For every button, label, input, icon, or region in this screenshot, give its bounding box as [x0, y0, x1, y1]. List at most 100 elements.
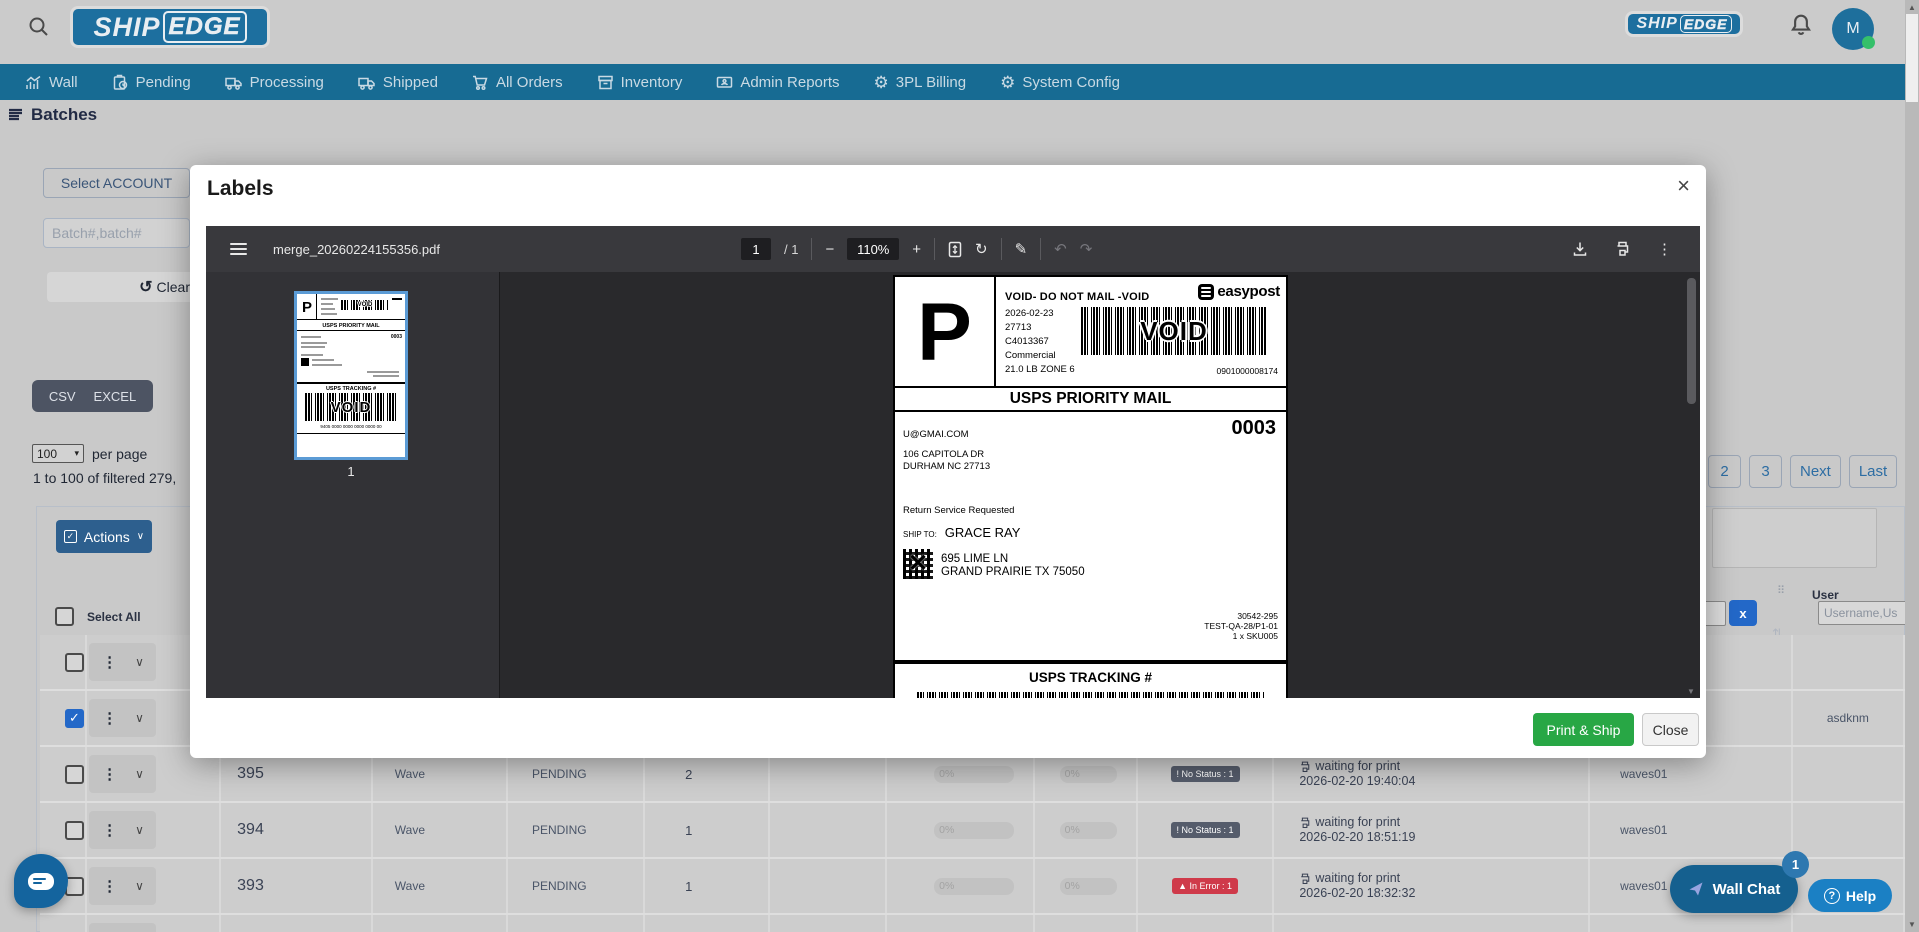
nav-item-processing[interactable]: Processing [225, 74, 324, 91]
nav-item-3pl-billing[interactable]: ⚙ 3PL Billing [874, 74, 967, 91]
barcode-number: 0901000008174 [1217, 366, 1278, 376]
page-thumbnail[interactable]: P VOID USPS PRIORITY MAIL 0003 [294, 291, 408, 460]
search-icon[interactable] [28, 16, 50, 43]
zoom-in-button[interactable]: + [912, 241, 921, 258]
help-button[interactable]: ? Help [1808, 879, 1892, 912]
zoom-out-button[interactable]: − [825, 241, 834, 258]
chevron-down-icon[interactable]: ∨ [135, 655, 144, 669]
pagination: 2 3 Next Last [1708, 455, 1897, 488]
nav-item-system-config[interactable]: ⚙ System Config [1000, 74, 1120, 91]
actions-button[interactable]: ✓ Actions ∨ [56, 520, 152, 553]
nav-item-admin-reports[interactable]: Admin Reports [716, 74, 839, 91]
top-bar: SHIP EDGE SHIP EDGE M [0, 0, 1919, 64]
logo-ship-text: SHIP [93, 12, 160, 43]
mini-barcode: VOID [341, 300, 389, 310]
modal-close-button[interactable]: Close [1642, 713, 1699, 746]
progress-bar: 0% [1060, 822, 1117, 839]
sidebar-toggle-icon[interactable] [230, 243, 247, 255]
nav-item-pending[interactable]: Pending [112, 74, 191, 91]
undo-button[interactable]: ↶ [1054, 240, 1067, 258]
page-title-batches: Batches [8, 105, 97, 125]
kebab-menu-icon[interactable]: ⋮ [102, 821, 117, 839]
print-and-ship-button[interactable]: Print & Ship [1533, 713, 1634, 746]
zoom-level-input[interactable]: 110% [847, 238, 899, 260]
scrollbar-thumb[interactable] [1906, 14, 1918, 102]
row-actions: ⋮∨ [89, 811, 156, 849]
usps-priority-banner: USPS PRIORITY MAIL [895, 388, 1286, 412]
redo-button[interactable]: ↷ [1080, 240, 1093, 258]
logo-edge-text: EDGE [163, 11, 247, 43]
print-button[interactable] [1614, 241, 1631, 257]
clear-button[interactable]: ↺ Clear [47, 272, 212, 302]
batch-search-input[interactable] [43, 218, 190, 248]
row-checkbox[interactable] [65, 821, 84, 840]
row-checkbox-checked[interactable]: ✓ [65, 709, 84, 728]
export-button-group: CSV EXCEL [32, 380, 153, 412]
page-next-button[interactable]: Next [1790, 455, 1841, 488]
page-number-input[interactable]: 1 [741, 238, 771, 260]
kebab-menu-icon[interactable]: ⋮ [102, 709, 117, 727]
chart-icon [25, 74, 42, 91]
nav-item-wall[interactable]: Wall [25, 74, 78, 91]
printer-icon [1299, 761, 1311, 773]
download-button[interactable] [1572, 241, 1588, 257]
pdf-filename: merge_20260224155356.pdf [273, 242, 440, 257]
page-2-button[interactable]: 2 [1708, 455, 1741, 488]
per-page-select[interactable]: 100 ▾ [32, 444, 84, 463]
row-actions: ⋮∨ [89, 867, 156, 905]
user-avatar[interactable]: M [1832, 8, 1874, 50]
page-3-button[interactable]: 3 [1749, 455, 1782, 488]
modal-close-icon[interactable]: × [1677, 173, 1690, 199]
kebab-menu-icon[interactable]: ⋮ [102, 877, 117, 895]
chevron-down-icon[interactable]: ∨ [135, 823, 144, 837]
easypost-icon [1198, 284, 1214, 300]
recipient-name: GRACE RAY [945, 525, 1021, 540]
kebab-menu-icon[interactable]: ⋮ [102, 653, 117, 671]
table-row: ⋮∨ 392 Wave PENDING 2 0% 0% [40, 915, 1905, 932]
pdf-page: P VOID- DO NOT MAIL -VOID 2026-02-23 277… [893, 275, 1288, 698]
truck-icon [225, 74, 243, 91]
chevron-down-icon[interactable]: ∨ [135, 711, 144, 725]
kebab-menu-icon[interactable]: ⋮ [102, 765, 117, 783]
status-badge: ! No Status : 1 [1171, 766, 1240, 782]
row-actions: ⋮∨ [89, 643, 156, 681]
shipedge-logo[interactable]: SHIP EDGE [70, 6, 270, 48]
truck-icon [358, 74, 376, 91]
csv-export-button[interactable]: CSV [49, 389, 76, 404]
scroll-up-icon[interactable]: ▲ [1905, 3, 1919, 12]
nav-item-shipped[interactable]: Shipped [358, 74, 438, 91]
scroll-down-icon[interactable]: ▼ [1905, 920, 1919, 929]
pdf-scrollbar-thumb[interactable] [1687, 278, 1696, 404]
user-filter-input[interactable] [1818, 601, 1919, 625]
fit-page-button[interactable] [948, 241, 962, 258]
more-options-icon[interactable]: ⋮ [1657, 240, 1672, 258]
select-all-checkbox[interactable] [55, 607, 74, 626]
pdf-scroll-down-icon[interactable]: ▼ [1687, 687, 1695, 696]
row-checkbox[interactable] [65, 653, 84, 672]
message-icon [28, 873, 54, 890]
page-scrollbar[interactable]: ▲ ▼ [1905, 0, 1919, 932]
pdf-scrollbar[interactable]: ▼ [1687, 276, 1696, 694]
annotate-pen-button[interactable]: ✎ [1015, 240, 1028, 258]
chevron-down-icon[interactable]: ∨ [135, 879, 144, 893]
wall-chat-button[interactable]: Wall Chat [1670, 865, 1798, 913]
rotate-button[interactable]: ↻ [975, 240, 988, 258]
chevron-down-icon[interactable]: ∨ [135, 767, 144, 781]
progress-bar: 0% [934, 878, 1014, 895]
column-drag-handle-icon[interactable]: ⠿ [1777, 584, 1785, 597]
column-filter-box[interactable] [1712, 508, 1877, 568]
page-last-button[interactable]: Last [1849, 455, 1897, 488]
clear-filter-button[interactable]: x [1729, 600, 1757, 626]
select-account-button[interactable]: Select ACCOUNT [43, 168, 190, 198]
nav-item-all-orders[interactable]: All Orders [472, 74, 563, 91]
row-checkbox[interactable] [65, 765, 84, 784]
pdf-thumbnail-sidebar: P VOID USPS PRIORITY MAIL 0003 [206, 272, 500, 698]
error-badge: ▲ In Error : 1 [1172, 878, 1238, 894]
chat-count-badge: 1 [1782, 851, 1809, 878]
chat-bubble-button[interactable] [14, 854, 68, 908]
admin-screen-icon [716, 74, 733, 91]
notifications-bell-icon[interactable] [1790, 13, 1812, 42]
excel-export-button[interactable]: EXCEL [94, 389, 137, 404]
nav-item-inventory[interactable]: Inventory [597, 74, 683, 91]
gear-icon: ⚙ [874, 74, 889, 91]
